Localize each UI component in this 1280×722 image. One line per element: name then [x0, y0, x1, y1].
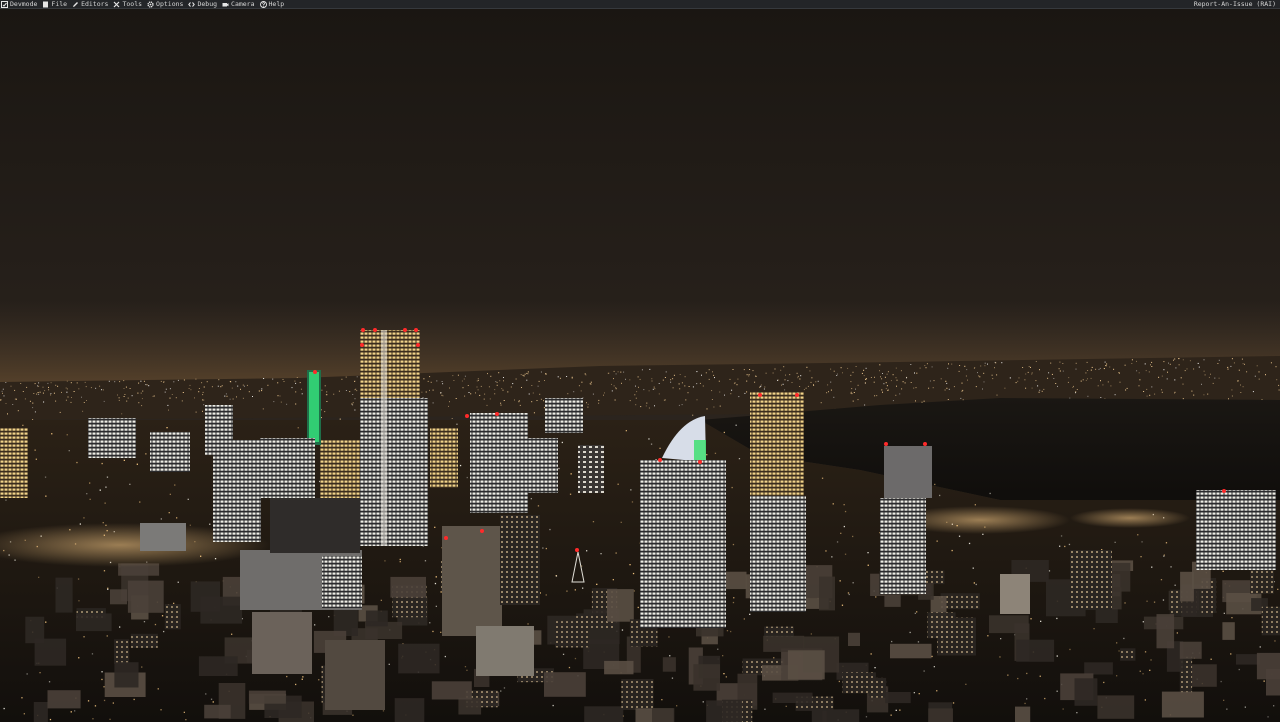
3d-viewport[interactable]: Devmode File Editors Tools Options Debug…	[0, 0, 1280, 722]
report-issue-button[interactable]: Report-An-Issue (RAI)	[1192, 0, 1280, 8]
dev-menu-bar: Devmode File Editors Tools Options Debug…	[0, 0, 1280, 9]
menu-tools[interactable]: Tools	[111, 0, 145, 8]
menu-file[interactable]: File	[40, 0, 70, 8]
code-icon	[188, 1, 196, 8]
menu-editors[interactable]: Editors	[70, 0, 111, 8]
file-icon	[42, 1, 49, 8]
menu-tools-label: Tools	[122, 0, 143, 8]
menu-devmode-label: Devmode	[10, 0, 38, 8]
menu-debug-label: Debug	[197, 0, 218, 8]
pencil-icon	[72, 1, 79, 8]
menu-camera[interactable]: Camera	[220, 0, 257, 8]
devmode-icon	[1, 0, 8, 8]
menu-camera-label: Camera	[231, 0, 255, 8]
menu-options-label: Options	[156, 0, 184, 8]
report-issue-label: Report-An-Issue (RAI)	[1193, 0, 1276, 8]
tools-icon	[113, 1, 120, 8]
night-city-scene	[0, 0, 1280, 722]
menu-options[interactable]: Options	[145, 0, 186, 8]
gear-icon	[147, 0, 154, 8]
menu-debug[interactable]: Debug	[186, 0, 220, 8]
menu-file-label: File	[51, 0, 68, 8]
menu-devmode[interactable]: Devmode	[0, 0, 40, 8]
menu-editors-label: Editors	[81, 0, 109, 8]
menu-help[interactable]: Help	[258, 0, 288, 8]
menu-help-label: Help	[268, 0, 285, 8]
camera-icon	[222, 1, 229, 8]
help-icon	[259, 0, 267, 8]
